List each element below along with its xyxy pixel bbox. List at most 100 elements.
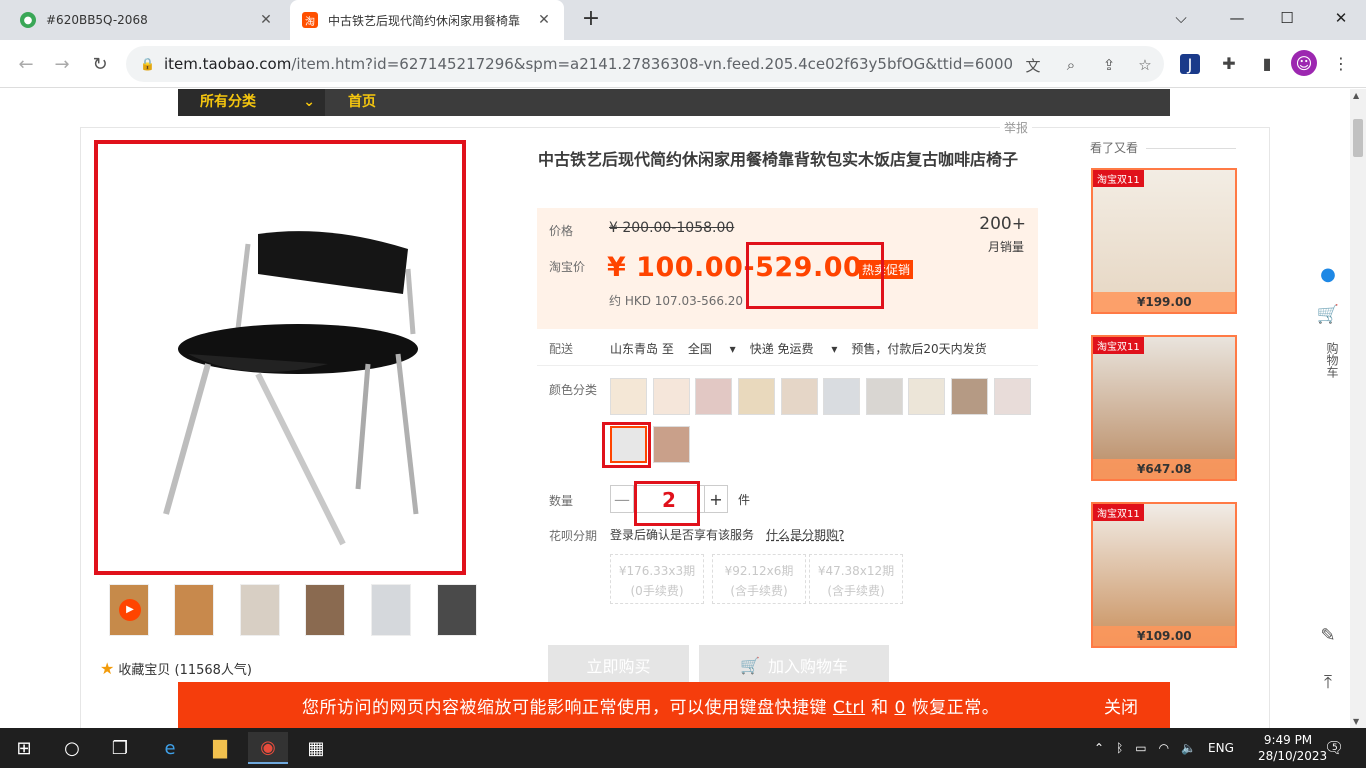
price-label: 价格 <box>549 224 574 238</box>
installment-label: 花呗分期 <box>549 529 598 543</box>
quantity-increase-button[interactable]: + <box>704 485 728 513</box>
delivery-method-select[interactable]: 快递 免运费 ▾ <box>750 342 838 356</box>
add-to-cart-button[interactable]: 🛒 加入购物车 <box>699 645 889 685</box>
scroll-thumb[interactable] <box>1353 119 1363 157</box>
thumbnail-image[interactable] <box>305 584 345 636</box>
installment-option[interactable]: ¥47.38x12期 (含手续费) <box>809 554 903 604</box>
address-bar[interactable]: 🔒 item.taobao.com/item.htm?id=6271452172… <box>126 46 1164 82</box>
delivery-destination-select[interactable]: 全国 ▾ <box>688 342 736 356</box>
side-panel-icon[interactable]: ▮ <box>1254 50 1280 76</box>
color-swatch[interactable] <box>610 378 647 415</box>
profile-avatar[interactable]: ☺ <box>1291 50 1317 76</box>
edge-icon[interactable]: e <box>150 732 190 764</box>
favorite-button[interactable]: ★ 收藏宝贝 (11568人气) <box>100 659 252 678</box>
search-icon[interactable]: ○ <box>52 732 92 764</box>
clock-time: 9:49 PM <box>1263 733 1313 747</box>
close-icon[interactable]: ✕ <box>536 12 552 28</box>
start-icon[interactable]: ⊞ <box>4 732 44 764</box>
close-window-button[interactable]: ✕ <box>1318 0 1364 36</box>
maximize-button[interactable]: ☐ <box>1264 0 1310 36</box>
color-swatch[interactable] <box>866 378 903 415</box>
scroll-up-icon[interactable]: ▲ <box>1353 91 1359 100</box>
reload-icon[interactable]: ↻ <box>86 50 114 78</box>
color-swatch[interactable] <box>653 378 690 415</box>
tab-title: #620BB5Q-2068 <box>46 13 148 27</box>
translate-icon[interactable]: 文 <box>1022 54 1044 76</box>
thumbnail-image[interactable] <box>437 584 477 636</box>
installment-option[interactable]: ¥176.33x3期 (0手续费) <box>610 554 704 604</box>
wifi-icon[interactable]: ◠ <box>1159 741 1169 755</box>
menu-icon[interactable]: ⋮ <box>1328 50 1354 76</box>
color-swatch[interactable] <box>951 378 988 415</box>
report-link[interactable]: 举报 <box>1000 119 1033 136</box>
color-swatch[interactable] <box>781 378 818 415</box>
bookmark-star-icon[interactable]: ☆ <box>1134 54 1156 76</box>
color-swatch[interactable] <box>823 378 860 415</box>
color-swatch[interactable] <box>908 378 945 415</box>
tab-1[interactable]: ● #620BB5Q-2068 ✕ <box>8 0 286 40</box>
chrome-icon[interactable]: ◉ <box>248 732 288 764</box>
forward-icon[interactable]: → <box>48 50 76 78</box>
language-indicator[interactable]: ENG <box>1208 741 1234 755</box>
back-icon[interactable]: ← <box>12 50 40 78</box>
store-icon[interactable]: ▦ <box>296 732 336 764</box>
cart-sidebar-icon[interactable]: 🛒 <box>1316 304 1340 325</box>
bluetooth-icon[interactable]: ᛒ <box>1116 741 1123 755</box>
url-text: item.taobao.com/item.htm?id=627145217296… <box>164 55 1014 73</box>
minimize-button[interactable]: — <box>1214 0 1260 36</box>
recommend-item[interactable]: 淘宝双11 ¥109.00 <box>1091 502 1237 648</box>
tab-search-button[interactable]: ⌵ <box>1158 0 1204 36</box>
battery-icon[interactable]: ▭ <box>1135 741 1146 755</box>
cart-sidebar-label[interactable]: 购物车 <box>1318 332 1340 388</box>
star-icon: ★ <box>100 659 115 678</box>
color-swatch[interactable] <box>994 378 1031 415</box>
page-scrollbar[interactable]: ▲ ▼ <box>1350 89 1366 728</box>
task-view-icon[interactable]: ❐ <box>100 732 140 764</box>
color-swatch[interactable] <box>738 378 775 415</box>
play-icon: ▶ <box>119 599 141 621</box>
share-icon[interactable]: ⇪ <box>1098 54 1120 76</box>
buy-now-button[interactable]: 立即购买 <box>548 645 689 685</box>
scroll-down-icon[interactable]: ▼ <box>1353 717 1359 726</box>
volume-icon[interactable]: 🔈 <box>1181 741 1196 755</box>
back-to-top-icon[interactable]: ⤒ <box>1316 672 1340 693</box>
installment-option[interactable]: ¥92.12x6期 (含手续费) <box>712 554 806 604</box>
thumbnail-image[interactable] <box>240 584 280 636</box>
clock[interactable]: 9:49 PM 28/10/2023 <box>1258 732 1327 764</box>
close-icon[interactable]: ✕ <box>258 12 274 28</box>
recommend-item[interactable]: 淘宝双11 ¥199.00 <box>1091 168 1237 314</box>
installment-login-note[interactable]: 登录后确认是否享有该服务 <box>610 528 754 542</box>
main-product-image[interactable] <box>94 140 466 575</box>
file-explorer-icon[interactable]: ▇ <box>200 732 240 764</box>
chevron-up-icon[interactable]: ⌃ <box>1094 741 1104 755</box>
home-link[interactable]: 首页 <box>348 89 376 116</box>
installment-help-link[interactable]: 什么是分期购? <box>766 528 844 542</box>
extension-icon[interactable]: J <box>1180 54 1200 74</box>
zoom-icon[interactable]: ⌕ <box>1060 54 1082 76</box>
hkd-price: 约 HKD 107.03-566.20 <box>609 294 744 308</box>
tab-bar: ● #620BB5Q-2068 ✕ 淘 中古铁艺后现代简约休闲家用餐椅靠 ✕ +… <box>0 0 1366 40</box>
recommend-item[interactable]: 淘宝双11 ¥647.08 <box>1091 335 1237 481</box>
promo-badge: 淘宝双11 <box>1093 170 1144 187</box>
annotation-box <box>634 481 700 526</box>
thumbnail-image[interactable] <box>174 584 214 636</box>
installment-note: 登录后确认是否享有该服务 什么是分期购? <box>610 526 844 543</box>
new-tab-button[interactable]: + <box>578 6 604 34</box>
assistant-icon[interactable]: ● <box>1316 264 1340 285</box>
add-to-cart-label: 加入购物车 <box>767 657 848 676</box>
color-swatch[interactable] <box>695 378 732 415</box>
original-price: ¥ 200.00-1058.00 <box>609 220 735 236</box>
color-swatch[interactable] <box>653 426 690 463</box>
taobao-price-label: 淘宝价 <box>549 260 586 274</box>
all-categories-button[interactable]: 所有分类 ⌄ <box>178 89 325 116</box>
thumbnail-video[interactable]: ▶ <box>109 584 149 636</box>
puzzle-extensions-icon[interactable]: ✚ <box>1216 50 1242 76</box>
color-label: 颜色分类 <box>549 383 598 397</box>
taobao-favicon-icon: 淘 <box>302 12 318 28</box>
notification-icon[interactable]: 🗨 5 <box>1324 738 1344 757</box>
close-banner-button[interactable]: 关闭 <box>1104 693 1138 718</box>
tab-2[interactable]: 淘 中古铁艺后现代简约休闲家用餐椅靠 ✕ <box>290 0 564 40</box>
edit-icon[interactable]: ✎ <box>1316 625 1340 646</box>
thumbnail-image[interactable] <box>371 584 411 636</box>
quantity-decrease-button[interactable]: — <box>610 485 634 513</box>
